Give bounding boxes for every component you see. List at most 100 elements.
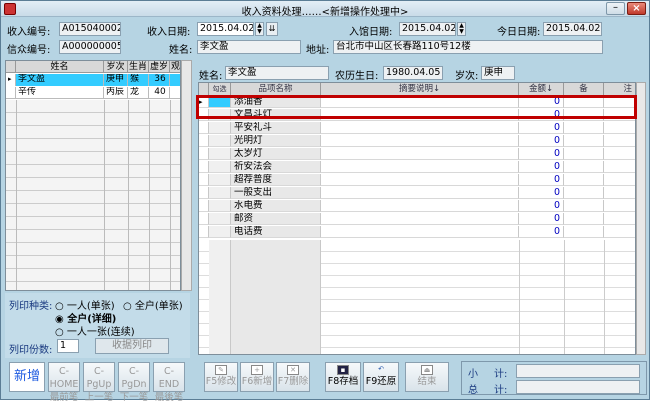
note-cell[interactable] [604, 122, 635, 134]
description-cell[interactable] [321, 161, 519, 173]
exit-button[interactable]: ⏏ 结束 [405, 362, 449, 392]
checkbox-cell[interactable] [209, 135, 231, 147]
note-cell[interactable] [604, 200, 635, 212]
item-name-cell[interactable]: 一般支出 [231, 187, 321, 199]
table-row[interactable]: 光明灯 0 [199, 135, 635, 147]
description-cell[interactable] [321, 135, 519, 147]
note-cell[interactable] [604, 174, 635, 186]
description-cell[interactable] [321, 174, 519, 186]
first-record-button[interactable]: C-HOME 最前笔 [48, 362, 80, 403]
item-name-cell[interactable]: 光明灯 [231, 135, 321, 147]
table-row[interactable]: 电话费 0 [199, 226, 635, 238]
table-row[interactable]: 一般支出 0 [199, 187, 635, 199]
left-table-vscroll[interactable] [181, 60, 192, 291]
modify-button[interactable]: ✎ F5修改 [204, 362, 238, 392]
next-record-button[interactable]: C-PgDn 下一笔 [118, 362, 150, 403]
item-name-cell[interactable]: 太岁灯 [231, 148, 321, 160]
description-cell[interactable] [321, 200, 519, 212]
calendar-dropdown-icon[interactable]: ⇊ [266, 22, 278, 36]
checkbox-cell[interactable] [209, 187, 231, 199]
year-field: 庚申 [481, 66, 515, 80]
remark-cell[interactable] [564, 135, 604, 147]
note-cell[interactable] [604, 187, 635, 199]
remark-cell[interactable] [564, 148, 604, 160]
family-member-table[interactable]: 姓名 岁次 生肖 虚岁 观 ▸ 李文盈 庚申 猴 36 辛传 丙辰 龙 40 [5, 60, 181, 291]
radio-one-per-page[interactable]: ○ 一人一张(连续) [55, 323, 135, 338]
item-name-cell[interactable]: 水电费 [231, 200, 321, 212]
prev-record-button[interactable]: C-PgUp 上一笔 [83, 362, 115, 403]
table-row[interactable]: 水电费 0 [199, 200, 635, 212]
table-row[interactable]: 邮资 0 [199, 213, 635, 225]
checkbox-cell[interactable] [209, 161, 231, 173]
right-table-vscroll[interactable] [636, 82, 646, 355]
amount-cell[interactable]: 0 [519, 148, 564, 160]
remark-cell[interactable] [564, 174, 604, 186]
remark-cell[interactable] [564, 161, 604, 173]
table-row[interactable]: 超荐普度 0 [199, 174, 635, 186]
person-name-label: 姓名: [199, 71, 223, 82]
note-cell[interactable] [604, 161, 635, 173]
minimize-button[interactable]: – [606, 2, 625, 15]
income-date-field[interactable]: 2015.04.02 [197, 22, 254, 36]
close-button[interactable]: × [627, 2, 646, 15]
description-cell[interactable] [321, 148, 519, 160]
checkbox-cell[interactable] [209, 213, 231, 225]
amount-cell[interactable]: 0 [519, 213, 564, 225]
description-cell[interactable] [321, 226, 519, 238]
remark-cell[interactable] [564, 122, 604, 134]
description-cell[interactable] [321, 187, 519, 199]
receipt-print-button[interactable]: 收据列印 [95, 338, 169, 354]
note-cell[interactable] [604, 135, 635, 147]
believer-no-field[interactable]: A000000005 [59, 40, 121, 54]
description-cell[interactable] [321, 213, 519, 225]
checkbox-cell[interactable] [209, 174, 231, 186]
copies-field[interactable]: 1 [57, 339, 79, 353]
entry-date-field[interactable]: 2015.04.02 [399, 22, 456, 36]
income-no-field[interactable]: A015040002 [59, 22, 121, 36]
note-cell[interactable] [604, 226, 635, 238]
note-cell[interactable] [604, 148, 635, 160]
remark-cell[interactable] [564, 226, 604, 238]
income-date-label: 收入日期: [147, 27, 191, 38]
item-name-cell[interactable]: 平安礼斗 [231, 122, 321, 134]
checkbox-cell[interactable] [209, 122, 231, 134]
remark-cell[interactable] [564, 187, 604, 199]
table-row[interactable]: 平安礼斗 0 [199, 122, 635, 134]
remark-cell[interactable] [564, 200, 604, 212]
restore-button[interactable]: ↶ F9还原 [363, 362, 399, 392]
name-field[interactable]: 李文盈 [197, 40, 301, 54]
last-record-button[interactable]: C-END 最後笔 [153, 362, 185, 403]
amount-cell[interactable]: 0 [519, 226, 564, 238]
title-bar: 收入资料处理……<新增操作处理中> – × [1, 1, 649, 18]
delete-button[interactable]: ✕ F7删除 [276, 362, 310, 392]
entry-date-label: 入馆日期: [349, 27, 393, 38]
table-row[interactable]: 祈安法会 0 [199, 161, 635, 173]
amount-cell[interactable]: 0 [519, 174, 564, 186]
note-cell[interactable] [604, 213, 635, 225]
entry-date-spinner[interactable]: ▲ ▼ [457, 22, 466, 36]
item-name-cell[interactable]: 邮资 [231, 213, 321, 225]
amount-cell[interactable]: 0 [519, 161, 564, 173]
checkbox-cell[interactable] [209, 226, 231, 238]
radio-household-single[interactable]: ○ 全户(单张) [123, 297, 183, 312]
save-button[interactable]: ▪ F8存档 [325, 362, 361, 392]
item-name-cell[interactable]: 祈安法会 [231, 161, 321, 173]
amount-cell[interactable]: 0 [519, 122, 564, 134]
item-name-cell[interactable]: 超荐普度 [231, 174, 321, 186]
income-date-spinner[interactable]: ▲ ▼ [255, 22, 264, 36]
amount-cell[interactable]: 0 [519, 200, 564, 212]
checkbox-cell[interactable] [209, 200, 231, 212]
amount-cell[interactable]: 0 [519, 135, 564, 147]
table-row[interactable]: 太岁灯 0 [199, 148, 635, 160]
table-row[interactable]: ▸ 李文盈 庚申 猴 36 [6, 74, 180, 86]
description-cell[interactable] [321, 122, 519, 134]
checkbox-cell[interactable] [209, 148, 231, 160]
income-items-table[interactable]: 勾选 品项名称 摘要说明↓ 金额↓ 备 注 ▸ 添油香 0 文昌斗灯 0 平安礼斗 0 光明灯… [198, 82, 636, 355]
new-record-button[interactable]: 新增 [9, 362, 45, 392]
item-name-cell[interactable]: 电话费 [231, 226, 321, 238]
address-field[interactable]: 台北市中山区长春路110号12楼 [333, 40, 603, 54]
remark-cell[interactable] [564, 213, 604, 225]
table-row[interactable]: 辛传 丙辰 龙 40 [6, 87, 180, 99]
add-button[interactable]: + F6新增 [240, 362, 274, 392]
amount-cell[interactable]: 0 [519, 187, 564, 199]
